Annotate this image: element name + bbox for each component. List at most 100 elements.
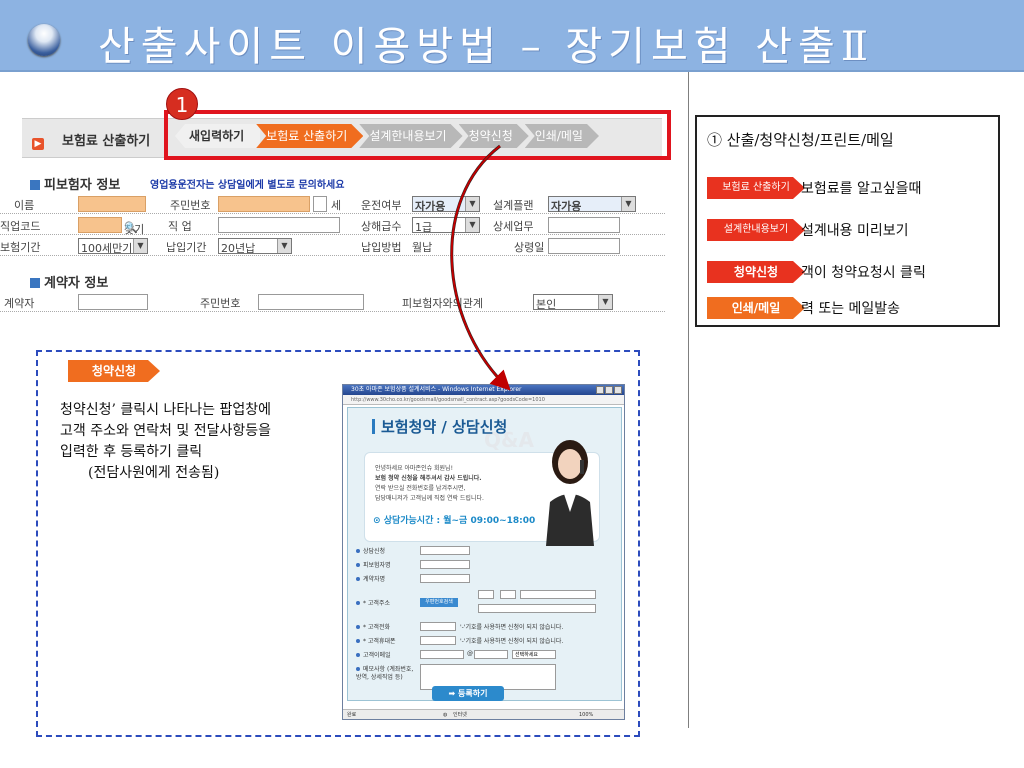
field-row: * 고객주소 bbox=[356, 598, 390, 607]
address-input-1[interactable] bbox=[520, 590, 596, 599]
field-label: 계약자명 bbox=[363, 576, 386, 583]
popup-title: 30초 아마존 보험상품 설계서비스 - Windows Internet Ex… bbox=[351, 386, 522, 393]
mobile-input[interactable] bbox=[420, 636, 456, 645]
contractor-row: 계약자 주민번호 피보험자와의관계 본인 ▼ bbox=[0, 292, 665, 312]
chevron-down-icon: ▼ bbox=[277, 239, 291, 253]
injury-grade-label: 상해급수 bbox=[361, 220, 402, 233]
popup-heading-text: 보험청약 / 상담신청 bbox=[381, 418, 508, 436]
status-zoom[interactable]: 100% bbox=[579, 710, 593, 719]
slide-header: 산출사이트 이용방법 – 장기보험 산출Ⅱ bbox=[0, 0, 1024, 72]
field-label: 고객이메일 bbox=[363, 652, 391, 659]
address-input-2[interactable] bbox=[478, 604, 596, 613]
bullet-icon bbox=[356, 653, 360, 657]
popup-address-bar[interactable]: http://www.30cho.co.kr/goodsmall/goodsma… bbox=[343, 395, 624, 405]
legend-text: 설계내용 미리보기 bbox=[801, 223, 909, 239]
legend-item: 인쇄/메일 력 또는 메일발송 bbox=[707, 297, 997, 319]
contractor-label: 계약자 bbox=[4, 297, 35, 310]
zip-input-2[interactable] bbox=[500, 590, 516, 599]
pay-period-value: 20년납 bbox=[221, 242, 256, 255]
plan-value: 자가용 bbox=[551, 200, 582, 213]
form-row-2: 직업코드 찾기 🔍 직 업 상해급수 1급 ▼ 상세업무 bbox=[0, 215, 665, 236]
square-bullet-icon bbox=[30, 180, 40, 190]
email-domain-select[interactable]: 선택하세요 bbox=[512, 650, 556, 659]
zip-input-1[interactable] bbox=[478, 590, 494, 599]
detail-job-input[interactable] bbox=[548, 217, 620, 233]
plan-select[interactable]: 자가용 ▼ bbox=[548, 196, 636, 213]
chevron-down-icon: ▼ bbox=[621, 197, 635, 211]
register-button[interactable]: ➡ 등록하기 bbox=[432, 686, 504, 701]
age-input[interactable] bbox=[313, 196, 327, 212]
apply-popup-window: 30초 아마존 보험상품 설계서비스 - Windows Internet Ex… bbox=[342, 384, 625, 720]
relation-value: 본인 bbox=[536, 298, 557, 311]
greeting-line: 연락 받으실 전화번호를 남겨주시면, bbox=[375, 485, 466, 492]
field-label: * 고객전화 bbox=[363, 624, 390, 631]
form-row-1: 이름 주민번호 세 운전여부 자가용 ▼ 설계플랜 자가용 ▼ bbox=[0, 194, 665, 214]
pay-period-label: 납입기간 bbox=[166, 241, 207, 254]
driving-label: 운전여부 bbox=[361, 199, 402, 212]
legend-tag-design: 설계한내용보기 bbox=[707, 219, 805, 241]
consult-hours: ⊙ 상담가능시간 : 월~금 09:00~18:00 bbox=[373, 516, 536, 526]
field-label: 피보험자명 bbox=[363, 562, 391, 569]
greeting-line: 안녕하세요 아마존인슈 회원님! bbox=[375, 465, 453, 472]
field-label: * 고객휴대폰 bbox=[363, 638, 396, 645]
contractor-section-label: 계약자 정보 bbox=[44, 276, 109, 291]
bullet-icon bbox=[356, 601, 360, 605]
email-domain-input[interactable] bbox=[474, 650, 508, 659]
bullet-icon bbox=[356, 549, 360, 553]
field-row: * 고객휴대폰 bbox=[356, 636, 396, 645]
relation-select[interactable]: 본인 ▼ bbox=[533, 294, 613, 311]
driving-select[interactable]: 자가용 ▼ bbox=[412, 196, 480, 213]
bullet-icon bbox=[356, 667, 360, 671]
rrn-input[interactable] bbox=[218, 196, 310, 212]
field-label: 메모사항 (계좌번호, 방역, 상세직업 등) bbox=[356, 666, 414, 681]
ins-period-select[interactable]: 100세만기 ▼ bbox=[78, 238, 148, 255]
email-id-input[interactable] bbox=[420, 650, 464, 659]
pay-period-select[interactable]: 20년납 ▼ bbox=[218, 238, 292, 255]
relation-label: 피보험자와의관계 bbox=[402, 297, 483, 310]
contractor-name-input[interactable] bbox=[420, 574, 470, 583]
field-label: 상담신청 bbox=[363, 548, 386, 555]
zip-search-button[interactable]: 우편번호검색 bbox=[420, 598, 458, 607]
magnifier-icon: 🔍 bbox=[124, 221, 138, 234]
consult-hours-text: 상담가능시간 : 월~금 09:00~18:00 bbox=[383, 516, 536, 526]
chevron-down-icon: ▼ bbox=[133, 239, 147, 253]
pay-method-value: 월납 bbox=[412, 241, 433, 254]
consult-type-input[interactable] bbox=[420, 546, 470, 555]
phone-input[interactable] bbox=[420, 622, 456, 631]
slide-title: 산출사이트 이용방법 – 장기보험 산출Ⅱ bbox=[98, 24, 875, 70]
minimize-icon[interactable] bbox=[596, 386, 604, 394]
name-input[interactable] bbox=[78, 196, 146, 212]
description-line: 청약신청’ 클릭시 나타나는 팝업창에 bbox=[60, 402, 271, 418]
legend-item: 청약신청 객이 청약요청시 클릭 bbox=[707, 261, 997, 283]
legend-tag-apply: 청약신청 bbox=[707, 261, 805, 283]
square-bullet-icon bbox=[30, 278, 40, 288]
window-controls bbox=[596, 386, 622, 394]
description-line: 입력한 후 등록하기 클릭 bbox=[60, 444, 203, 460]
popup-statusbar: 완료 ◍ 인터넷 100% bbox=[343, 709, 624, 719]
contractor-rrn-input[interactable] bbox=[258, 294, 364, 310]
step-number-badge: 1 bbox=[166, 88, 198, 120]
contractor-section-title: 계약자 정보 bbox=[30, 272, 108, 291]
arrow-bullet-icon: ▶ bbox=[32, 138, 44, 150]
contractor-input[interactable] bbox=[78, 294, 148, 310]
job-code-input[interactable] bbox=[78, 217, 122, 233]
job-input[interactable] bbox=[218, 217, 340, 233]
age-suffix: 세 bbox=[331, 199, 342, 212]
popup-titlebar: 30초 아마존 보험상품 설계서비스 - Windows Internet Ex… bbox=[343, 385, 624, 395]
insured-name-input[interactable] bbox=[420, 560, 470, 569]
globe-icon: ◍ bbox=[443, 712, 448, 718]
email-at: @ bbox=[467, 650, 473, 657]
injury-grade-select[interactable]: 1급 ▼ bbox=[412, 217, 480, 234]
phone-note: '-'기호를 사용하면 신청이 되지 않습니다. bbox=[460, 624, 564, 631]
chevron-down-icon: ▼ bbox=[465, 218, 479, 232]
maximize-icon[interactable] bbox=[605, 386, 613, 394]
injury-grade-value: 1급 bbox=[415, 221, 433, 234]
steps-highlight-box bbox=[164, 110, 671, 160]
upper-age-input[interactable] bbox=[548, 238, 620, 254]
column-divider bbox=[688, 72, 689, 728]
legend-item: 보험료 산출하기 보험료를 알고싶을때 bbox=[707, 177, 997, 199]
contractor-rrn-label: 주민번호 bbox=[200, 297, 241, 310]
chevron-down-icon: ▼ bbox=[598, 295, 612, 309]
legend-text: 객이 청약요청시 클릭 bbox=[801, 265, 926, 281]
close-icon[interactable] bbox=[614, 386, 622, 394]
